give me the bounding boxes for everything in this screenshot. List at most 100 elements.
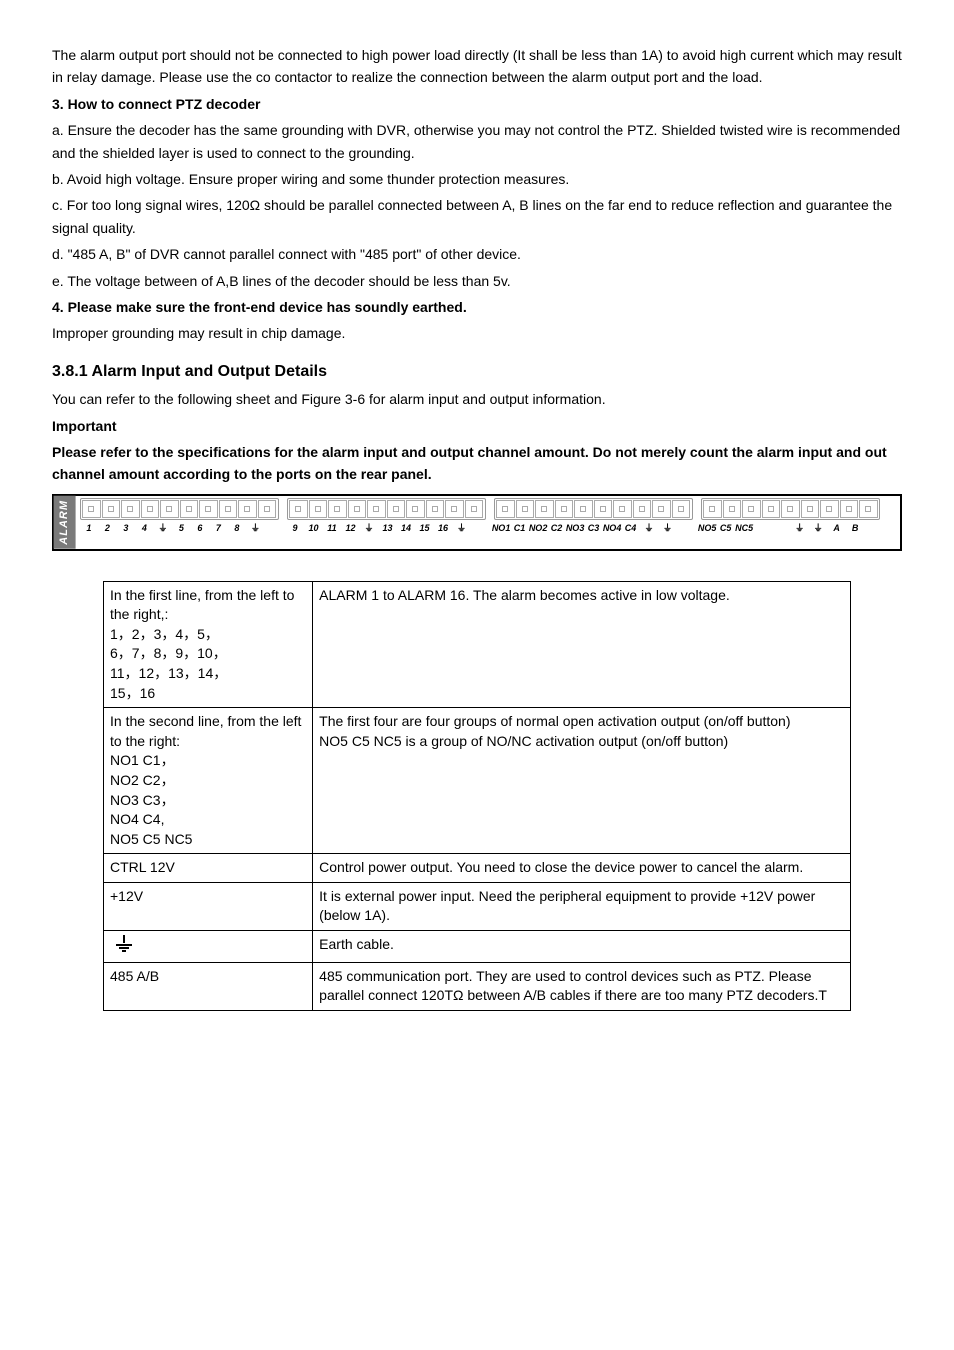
terminal-label: NO1 — [492, 521, 511, 535]
info-table-body: In the first line, from the left to the … — [104, 581, 851, 1010]
terminal-label: 7 — [209, 521, 228, 535]
terminal-label: ⏚ — [360, 521, 379, 535]
important-label: Important — [52, 415, 902, 437]
section3-c: c. For too long signal wires, 120Ω shoul… — [52, 194, 902, 239]
earth-icon — [116, 935, 132, 952]
terminal-slot — [406, 500, 425, 518]
terminal-slot — [160, 500, 179, 518]
terminal-label: 11 — [323, 521, 342, 535]
terminal-label: ⏚ — [154, 521, 173, 535]
terminal-slot — [121, 500, 140, 518]
terminal-label: 14 — [397, 521, 416, 535]
terminal-slot — [594, 500, 613, 518]
table-cell-left — [104, 931, 313, 963]
terminal-slot — [859, 500, 878, 518]
terminal-label: B — [846, 521, 865, 535]
terminal-slot — [141, 500, 160, 518]
terminal-slot — [613, 500, 632, 518]
terminal-slot — [387, 500, 406, 518]
terminal-slots-row — [80, 498, 896, 520]
terminal-slot — [762, 500, 781, 518]
terminal-label: 10 — [304, 521, 323, 535]
terminal-slot — [840, 500, 859, 518]
terminal-slot — [426, 500, 445, 518]
terminal-group-1 — [80, 498, 279, 520]
table-cell-right: Earth cable. — [313, 931, 851, 963]
intro-paragraph: The alarm output port should not be conn… — [52, 44, 902, 89]
terminal-label: NO2 — [529, 521, 548, 535]
table-cell-right: 485 communication port. They are used to… — [313, 962, 851, 1010]
terminal-slot — [82, 500, 101, 518]
terminal-label: 6 — [191, 521, 210, 535]
terminal-label: 13 — [378, 521, 397, 535]
terminal-label: ⏚ — [658, 521, 677, 535]
terminal-slot — [309, 500, 328, 518]
terminal-slot — [219, 500, 238, 518]
table-cell-left: CTRL 12V — [104, 854, 313, 883]
section4-paragraph: Improper grounding may result in chip da… — [52, 322, 902, 344]
label-group-2: 9101112⏚13141516⏚ — [286, 521, 484, 535]
label-group-1: 1234⏚5678⏚ — [80, 521, 278, 535]
terminal-label: C5 — [716, 521, 735, 535]
alarm-terminal-diagram: ALARM 1234⏚5678⏚ 9101112⏚13141516⏚ NO1C1… — [52, 494, 902, 551]
terminal-label: 4 — [135, 521, 154, 535]
terminal-label: 3 — [117, 521, 136, 535]
terminal-slot — [535, 500, 554, 518]
terminal-slot — [199, 500, 218, 518]
table-cell-right: It is external power input. Need the per… — [313, 882, 851, 930]
terminal-label: C3 — [584, 521, 603, 535]
terminal-slot — [465, 500, 484, 518]
alarm-side-label: ALARM — [54, 496, 76, 549]
terminal-slot — [633, 500, 652, 518]
terminal-label: 16 — [434, 521, 453, 535]
terminal-label — [753, 521, 772, 535]
terminal-slot — [574, 500, 593, 518]
terminal-slot — [742, 500, 761, 518]
section3-b: b. Avoid high voltage. Ensure proper wir… — [52, 168, 902, 190]
terminal-label — [772, 521, 791, 535]
terminal-slot — [102, 500, 121, 518]
section3-d: d. "485 A, B" of DVR cannot parallel con… — [52, 243, 902, 265]
table-cell-left: +12V — [104, 882, 313, 930]
table-row: CTRL 12VControl power output. You need t… — [104, 854, 851, 883]
terminal-label: C2 — [547, 521, 566, 535]
label-group-3: NO1C1NO2C2NO3C3NO4C4⏚⏚ — [492, 521, 690, 535]
terminal-label: 2 — [98, 521, 117, 535]
terminal-label: ⏚ — [452, 521, 471, 535]
terminal-slot — [258, 500, 277, 518]
section4-heading: 4. Please make sure the front-end device… — [52, 296, 902, 318]
table-cell-left: In the first line, from the left to the … — [104, 581, 313, 708]
terminal-label: 1 — [80, 521, 99, 535]
terminal-slot — [238, 500, 257, 518]
terminal-slot — [723, 500, 742, 518]
table-cell-right: The first four are four groups of normal… — [313, 708, 851, 854]
terminal-slot — [496, 500, 515, 518]
terminal-slot — [781, 500, 800, 518]
terminal-label: ⏚ — [246, 521, 265, 535]
terminal-label: NO3 — [566, 521, 585, 535]
terminal-slot — [328, 500, 347, 518]
section381-p1: You can refer to the following sheet and… — [52, 388, 902, 410]
terminal-slot — [672, 500, 691, 518]
terminal-group-2 — [287, 498, 486, 520]
terminal-slot — [516, 500, 535, 518]
terminal-slot — [289, 500, 308, 518]
table-cell-right: ALARM 1 to ALARM 16. The alarm becomes a… — [313, 581, 851, 708]
table-row: +12VIt is external power input. Need the… — [104, 882, 851, 930]
terminal-label: A — [827, 521, 846, 535]
section3-e: e. The voltage between of A,B lines of t… — [52, 270, 902, 292]
terminal-group-4 — [701, 498, 881, 520]
table-row: 485 A/B485 communication port. They are … — [104, 962, 851, 1010]
terminal-label: 5 — [172, 521, 191, 535]
terminal-slot — [348, 500, 367, 518]
terminal-label: 12 — [341, 521, 360, 535]
terminal-label: 15 — [415, 521, 434, 535]
terminal-label: ⏚ — [790, 521, 809, 535]
section3-a: a. Ensure the decoder has the same groun… — [52, 119, 902, 164]
terminal-labels-row: 1234⏚5678⏚ 9101112⏚13141516⏚ NO1C1NO2C2N… — [80, 521, 896, 535]
terminal-label: ⏚ — [809, 521, 828, 535]
terminal-label: NC5 — [735, 521, 754, 535]
table-cell-left: In the second line, from the left to the… — [104, 708, 313, 854]
terminal-label: C1 — [510, 521, 529, 535]
table-cell-right: Control power output. You need to close … — [313, 854, 851, 883]
